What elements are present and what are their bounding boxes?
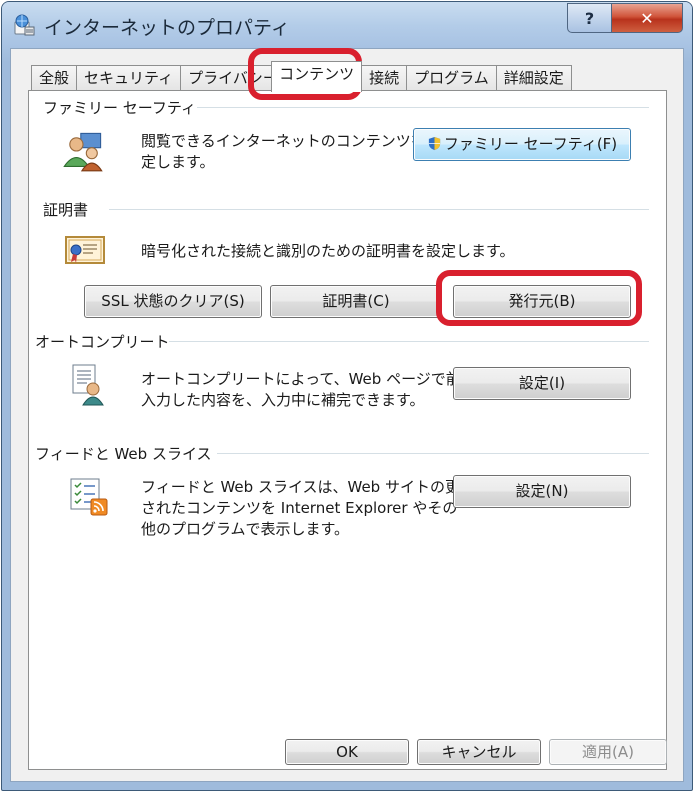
tab-strip: 全般 セキュリティ プライバシー コンテンツ 接続 プログラム 詳細設定	[31, 61, 572, 92]
family-safety-description: 閲覧できるインターネットのコンテンツを指 定します。	[141, 131, 441, 173]
certificates-description: 暗号化された接続と識別のための証明書を設定します。	[141, 242, 515, 260]
ssl-clear-button[interactable]: SSL 状態のクリア(S)	[84, 285, 262, 318]
feeds-rss-icon	[70, 478, 108, 516]
apply-button[interactable]: 適用(A)	[549, 739, 667, 765]
cancel-button[interactable]: キャンセル	[417, 739, 541, 765]
certificates-group-title: 証明書	[43, 201, 89, 219]
family-safety-desc-line: 閲覧できるインターネットのコンテンツを指	[141, 132, 441, 150]
autocomplete-divider	[169, 341, 649, 342]
family-safety-group-title: ファミリー セーフティ	[43, 99, 196, 117]
family-safety-button-label: ファミリー セーフティ(F)	[443, 135, 618, 153]
feeds-group-title: フィードと Web スライス	[35, 445, 212, 463]
feeds-desc-line: 他のプログラムで表示します。	[141, 520, 350, 538]
internet-options-icon	[14, 14, 35, 36]
close-button[interactable]: ✕	[611, 3, 683, 33]
feeds-desc-line: フィードと Web スライスは、Web サイトの更新	[141, 478, 475, 496]
title-bar[interactable]: インターネットのプロパティ ? ✕	[2, 2, 692, 50]
certificates-button[interactable]: 証明書(C)	[270, 285, 442, 318]
certificates-divider	[109, 209, 649, 210]
dialog-client-area: 全般 セキュリティ プライバシー コンテンツ 接続 プログラム 詳細設定 ファミ…	[10, 48, 684, 782]
shield-icon	[428, 136, 440, 151]
autocomplete-settings-button[interactable]: 設定(I)	[453, 367, 631, 400]
help-button[interactable]: ?	[567, 3, 612, 33]
publishers-button[interactable]: 発行元(B)	[453, 285, 631, 318]
feeds-desc-line: されたコンテンツを Internet Explorer やその	[141, 499, 458, 517]
content-tab-panel: ファミリー セーフティ 閲覧できるインターネットのコンテンツを指 定します。 フ…	[28, 90, 667, 770]
tab-content[interactable]: コンテンツ	[271, 61, 363, 92]
feeds-description: フィードと Web スライスは、Web サイトの更新 されたコンテンツを Int…	[141, 477, 475, 540]
feeds-divider	[217, 453, 649, 454]
family-safety-divider	[197, 107, 649, 108]
tab-general[interactable]: 全般	[31, 65, 78, 91]
window-title: インターネットのプロパティ	[44, 17, 290, 39]
family-safety-button[interactable]: ファミリー セーフティ(F)	[413, 128, 631, 161]
tab-programs[interactable]: プログラム	[406, 65, 497, 91]
family-safety-desc-line: 定します。	[141, 153, 215, 171]
properties-window: インターネットのプロパティ ? ✕ 全般 セキュリティ プライバシー コンテンツ…	[1, 1, 693, 791]
tab-connections[interactable]: 接続	[361, 65, 408, 91]
feeds-settings-button[interactable]: 設定(N)	[453, 475, 631, 508]
autocomplete-group-title: オートコンプリート	[35, 333, 170, 351]
tab-advanced[interactable]: 詳細設定	[495, 65, 572, 91]
family-users-icon	[63, 132, 103, 172]
autocomplete-desc-line: 入力した内容を、入力中に補完できます。	[141, 391, 425, 409]
tab-privacy[interactable]: プライバシー	[180, 65, 273, 91]
certificate-icon	[65, 236, 105, 264]
autocomplete-description: オートコンプリートによって、Web ページで前回 入力した内容を、入力中に補完で…	[141, 369, 476, 411]
tab-security[interactable]: セキュリティ	[76, 65, 182, 91]
ok-button[interactable]: OK	[285, 739, 409, 765]
autocomplete-desc-line: オートコンプリートによって、Web ページで前回	[141, 370, 476, 388]
autocomplete-form-icon	[72, 364, 104, 406]
